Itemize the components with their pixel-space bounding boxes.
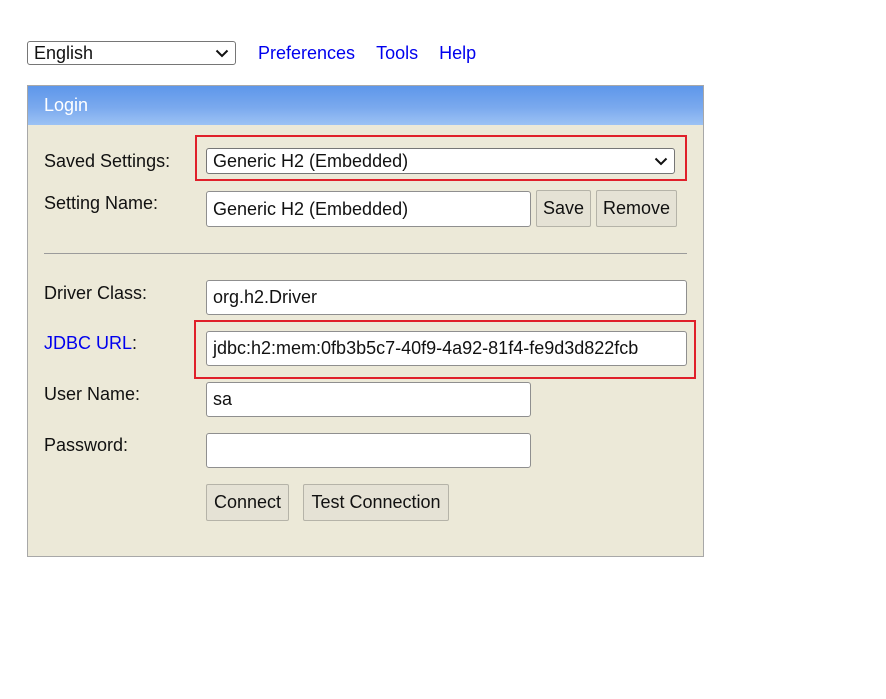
user-name-input[interactable]: sa xyxy=(206,382,531,417)
jdbc-url-label-group: JDBC URL: xyxy=(44,333,137,354)
setting-name-input[interactable]: Generic H2 (Embedded) xyxy=(206,191,531,227)
saved-settings-select[interactable]: Generic H2 (Embedded) xyxy=(206,148,675,174)
saved-settings-label: Saved Settings: xyxy=(44,151,171,171)
test-connection-button[interactable]: Test Connection xyxy=(303,484,449,521)
chevron-down-icon xyxy=(215,49,229,58)
chevron-down-icon xyxy=(654,157,668,166)
setting-name-value: Generic H2 (Embedded) xyxy=(213,198,409,219)
login-panel: Login Saved Settings: Generic H2 (Embedd… xyxy=(27,85,704,557)
user-name-label: User Name: xyxy=(44,384,141,404)
password-label: Password: xyxy=(44,435,129,455)
password-input[interactable] xyxy=(206,433,531,468)
driver-class-value: org.h2.Driver xyxy=(213,287,318,307)
divider xyxy=(44,253,687,254)
jdbc-url-link[interactable]: JDBC URL xyxy=(44,333,132,353)
driver-class-input[interactable]: org.h2.Driver xyxy=(206,280,687,315)
jdbc-url-value: jdbc:h2:mem:0fb3b5c7-40f9-4a92-81f4-fe9d… xyxy=(213,338,639,358)
tools-link[interactable]: Tools xyxy=(376,43,418,64)
help-link[interactable]: Help xyxy=(439,43,476,64)
remove-button[interactable]: Remove xyxy=(596,190,677,227)
driver-class-label: Driver Class: xyxy=(44,283,148,303)
jdbc-url-colon: : xyxy=(132,333,138,353)
top-bar: English Preferences Tools Help xyxy=(27,40,476,66)
language-select-value: English xyxy=(34,42,94,63)
setting-name-label: Setting Name: xyxy=(44,193,159,213)
connect-button[interactable]: Connect xyxy=(206,484,289,521)
user-name-value: sa xyxy=(213,389,233,409)
saved-settings-value: Generic H2 (Embedded) xyxy=(213,150,409,171)
save-button[interactable]: Save xyxy=(536,190,591,227)
preferences-link[interactable]: Preferences xyxy=(258,43,355,64)
language-select[interactable]: English xyxy=(27,41,236,65)
jdbc-url-input[interactable]: jdbc:h2:mem:0fb3b5c7-40f9-4a92-81f4-fe9d… xyxy=(206,331,687,366)
login-panel-header: Login xyxy=(28,86,703,125)
login-title: Login xyxy=(44,95,89,115)
